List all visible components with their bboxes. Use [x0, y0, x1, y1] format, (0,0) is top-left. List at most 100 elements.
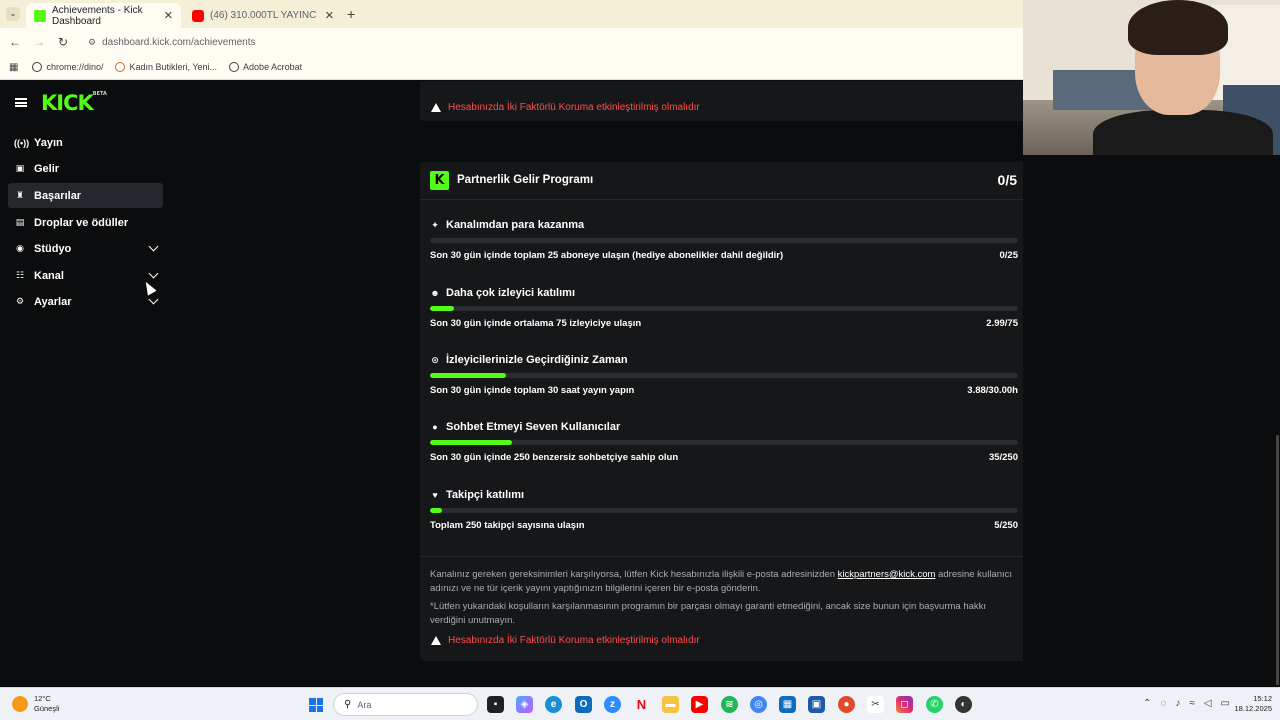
sparkle-icon: ✦ — [431, 219, 439, 230]
bookmark-dino[interactable]: chrome://dino/ — [32, 62, 103, 72]
sidebar-item-ayarlar[interactable]: ⚙ Ayarlar — [8, 289, 163, 314]
tab-achievements[interactable]: Achievements - Kick Dashboard ✕ — [26, 3, 181, 28]
viewers-icon: ☻ — [430, 288, 440, 298]
instagram-icon[interactable]: ◻ — [896, 696, 913, 713]
copilot-icon[interactable]: ◈ — [516, 696, 533, 713]
app-icon[interactable]: ◐ — [955, 696, 972, 713]
settings-icon: ⚙ — [15, 296, 25, 306]
back-icon[interactable]: ← — [3, 35, 27, 49]
app-icon[interactable]: ● — [838, 696, 855, 713]
spotify-icon[interactable]: ≋ — [721, 696, 738, 713]
heart-icon: ♥ — [432, 490, 438, 500]
two-factor-warning: Hesabınızda İki Faktörlü Koruma etkinleş… — [431, 102, 700, 121]
progress-fill — [430, 440, 513, 445]
broadcast-icon: ((•)) — [14, 137, 30, 148]
calendar-icon[interactable]: ▦ — [779, 696, 796, 713]
card-header: K Partnerlik Gelir Programı 0/5 — [420, 162, 1028, 200]
footnote-apply: Kanalınız gereken gereksinimleri karşılı… — [430, 569, 1013, 594]
sidebar-item-kanal[interactable]: ☷ Kanal — [8, 263, 163, 288]
menu-icon[interactable] — [15, 98, 27, 107]
weather-temp: 12°C — [34, 694, 51, 703]
mic-icon[interactable]: ♪ — [1175, 698, 1180, 709]
url-field[interactable]: ⚙ dashboard.kick.com/achievements — [80, 31, 1010, 53]
requirement-value: 5/250 — [994, 520, 1018, 531]
chrome-icon[interactable]: ◎ — [750, 696, 767, 713]
search-placeholder: Ara — [357, 699, 372, 710]
scrollbar[interactable] — [1276, 435, 1279, 685]
sidebar-item-studyo[interactable]: ◉ Stüdyo — [8, 236, 163, 261]
requirement-description: Son 30 gün içinde toplam 30 saat yayın y… — [430, 385, 635, 396]
task-view-icon[interactable]: ▪ — [487, 696, 504, 713]
globe-icon — [32, 62, 43, 72]
requirement-viewers: ☻ Daha çok izleyici katılımı Son 30 gün i… — [430, 287, 1018, 329]
close-tab-icon[interactable]: ✕ — [325, 9, 334, 22]
warning-icon — [431, 636, 441, 645]
sidebar: KICKBETA ((•)) Yayın ▣ Gelir ♜ Başarılar… — [0, 81, 172, 687]
partner-program-card: K Partnerlik Gelir Programı 0/5 ✦ Kanalım… — [420, 162, 1028, 661]
whatsapp-icon[interactable]: ✆ — [926, 696, 943, 713]
tab-youtube[interactable]: (46) 310.000TL YAYINCILARA B ✕ — [184, 3, 342, 28]
outlook-icon[interactable]: O — [575, 696, 592, 713]
partner-email-link[interactable]: kickpartners@kick.com — [838, 569, 936, 580]
sidebar-item-basarilar[interactable]: ♜ Başarılar — [8, 183, 163, 208]
forward-icon[interactable]: → — [27, 35, 51, 49]
requirement-subscribers: ✦ Kanalımdan para kazanma Son 30 gün için… — [430, 219, 1018, 261]
chevron-down-icon[interactable] — [148, 294, 159, 305]
volume-icon[interactable]: ◁ — [1204, 698, 1212, 709]
bookmarks-bar: ▦ chrome://dino/ Kadın Butikleri, Yeni..… — [0, 55, 1023, 80]
taskbar-search[interactable]: ⚲ Ara — [333, 693, 478, 716]
requirement-description: Son 30 gün içinde 250 benzersiz sohbetçi… — [430, 452, 679, 463]
sidebar-item-yayin[interactable]: ((•)) Yayın — [8, 130, 163, 155]
chevron-down-icon[interactable] — [148, 241, 159, 252]
requirement-value: 0/25 — [999, 250, 1019, 261]
chevron-down-icon[interactable] — [148, 268, 159, 279]
zoom-icon[interactable]: z — [604, 696, 621, 713]
globe-icon — [229, 62, 240, 72]
search-icon: ⚲ — [344, 699, 352, 710]
progress-fill — [430, 306, 454, 311]
tab-title: (46) 310.000TL YAYINCILARA B — [210, 10, 317, 21]
edge-icon[interactable]: e — [545, 696, 562, 713]
sidebar-item-droplar[interactable]: ▤ Droplar ve ödüller — [8, 210, 163, 235]
webcam-person-body — [1093, 110, 1273, 155]
tab-title: Achievements - Kick Dashboard — [52, 4, 143, 27]
divider — [420, 556, 1028, 557]
requirement-hours: ⊙ İzleyicilerinizle Geçirdiğiniz Zaman So… — [430, 354, 1018, 396]
weather-widget[interactable]: 12°C Güneşli — [12, 694, 59, 714]
bookmark-acrobat[interactable]: Adobe Acrobat — [229, 62, 302, 72]
progress-bar — [430, 306, 1018, 311]
kick-logo[interactable]: KICKBETA — [41, 91, 107, 115]
requirement-value: 35/250 — [988, 452, 1018, 463]
right-blank-area — [1023, 155, 1280, 687]
reload-icon[interactable]: ↻ — [51, 35, 75, 49]
site-info-icon[interactable]: ⚙ — [88, 37, 96, 48]
new-tab-icon[interactable]: + — [347, 6, 355, 22]
chat-icon: ● — [432, 422, 438, 432]
store-icon[interactable]: ▣ — [808, 696, 825, 713]
netflix-icon[interactable]: N — [633, 696, 650, 713]
bookmark-kadin[interactable]: Kadın Butikleri, Yeni... — [115, 62, 217, 72]
trophy-icon: ♜ — [15, 190, 25, 200]
progress-bar — [430, 508, 1018, 513]
windows-taskbar: 12°C Güneşli ⚲ Ara ▪ ◈ e O z N ▬ ▶ ≋ ◎ ▦ … — [0, 687, 1280, 720]
studio-icon: ◉ — [16, 243, 24, 253]
file-explorer-icon[interactable]: ▬ — [662, 696, 679, 713]
youtube-icon[interactable]: ▶ — [691, 696, 708, 713]
snipping-tool-icon[interactable]: ✂ — [867, 696, 884, 713]
apps-grid-icon[interactable]: ▦ — [9, 62, 18, 73]
close-tab-icon[interactable]: ✕ — [164, 9, 173, 22]
channel-icon: ☷ — [15, 270, 25, 280]
progress-fill — [430, 508, 442, 513]
wifi-icon[interactable]: ≈ — [1189, 698, 1195, 709]
requirement-description: Toplam 250 takipçi sayısına ulaşın — [430, 520, 585, 531]
chevron-up-icon[interactable]: ⌃ — [1143, 698, 1151, 709]
clock-time: 15:12 — [1253, 694, 1272, 703]
clock[interactable]: 15:12 18.12.2025 — [1234, 694, 1272, 714]
sidebar-item-gelir[interactable]: ▣ Gelir — [8, 156, 163, 181]
battery-icon[interactable]: ▭ — [1221, 698, 1230, 709]
browser-tab-bar: ⌄ Achievements - Kick Dashboard ✕ (46) 3… — [0, 0, 1023, 28]
network-icon[interactable]: ◌ — [1160, 698, 1166, 709]
tab-search-icon[interactable]: ⌄ — [6, 7, 20, 21]
start-icon[interactable] — [309, 698, 323, 712]
clock-date: 18.12.2025 — [1234, 704, 1272, 713]
